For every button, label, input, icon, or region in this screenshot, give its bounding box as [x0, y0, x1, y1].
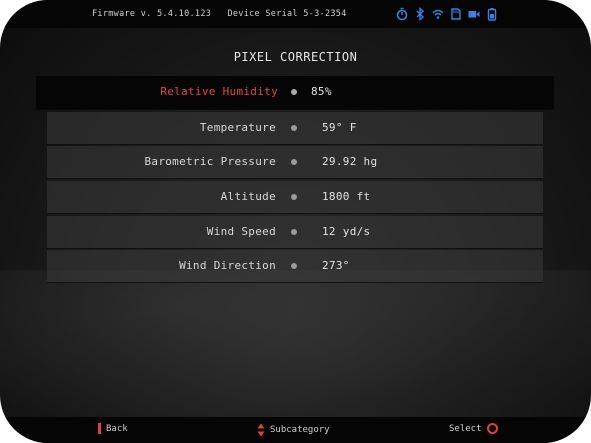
setting-row-temperature[interactable]: Temperature 59° F: [47, 112, 543, 145]
select-hint[interactable]: Select: [449, 423, 498, 434]
setting-value: 59° F: [322, 121, 357, 134]
back-button-icon: [98, 423, 101, 434]
back-hint[interactable]: Back: [98, 423, 128, 434]
device-screen: Firmware v. 5.4.10.123 Device Serial 5-3…: [0, 0, 591, 443]
bullet-icon: [291, 89, 297, 95]
select-button-icon: [486, 423, 498, 434]
subcategory-label: Subcategory: [270, 425, 330, 435]
setting-label: Relative Humidity: [160, 85, 278, 98]
setting-row-wind-direction[interactable]: Wind Direction 273°: [47, 250, 543, 283]
bullet-icon: [291, 229, 297, 235]
subcategory-hint[interactable]: Subcategory: [257, 423, 330, 437]
setting-label: Barometric Pressure: [144, 155, 276, 168]
setting-row-relative-humidity[interactable]: Relative Humidity 85%: [36, 76, 554, 110]
setting-row-barometric-pressure[interactable]: Barometric Pressure 29.92 hg: [47, 146, 543, 179]
setting-value: 12 yd/s: [322, 225, 371, 238]
setting-label: Wind Speed: [206, 225, 276, 238]
setting-label: Altitude: [220, 190, 276, 203]
setting-value: 1800 ft: [322, 190, 371, 203]
device-info: Firmware v. 5.4.10.123 Device Serial 5-3…: [92, 9, 347, 19]
bullet-icon: [291, 125, 297, 131]
status-bar: Firmware v. 5.4.10.123 Device Serial 5-3…: [0, 0, 591, 28]
select-label: Select: [449, 423, 482, 434]
setting-label: Temperature: [199, 121, 276, 134]
device-serial: Device Serial 5-3-2354: [227, 9, 347, 19]
setting-value: 273°: [322, 259, 350, 272]
wifi-icon: [432, 7, 444, 21]
setting-value: 85%: [311, 85, 332, 98]
bluetooth-icon: [414, 7, 426, 21]
sd-card-icon: [450, 7, 462, 21]
battery-icon: [486, 7, 498, 21]
bullet-icon: [291, 194, 297, 200]
bullet-icon: [291, 159, 297, 165]
firmware-version: Firmware v. 5.4.10.123: [92, 9, 212, 19]
timer-icon: [396, 7, 408, 21]
setting-row-wind-speed[interactable]: Wind Speed 12 yd/s: [47, 216, 543, 249]
up-down-arrow-icon: [257, 423, 265, 437]
setting-value: 29.92 hg: [322, 155, 378, 168]
button-hint-bar: Back Subcategory Select: [0, 417, 591, 443]
setting-row-altitude[interactable]: Altitude 1800 ft: [47, 181, 543, 214]
back-label: Back: [106, 423, 128, 434]
bullet-icon: [291, 263, 297, 269]
video-camera-icon: [468, 7, 480, 21]
status-icons: [396, 6, 498, 22]
setting-label: Wind Direction: [179, 259, 276, 272]
page-title: PIXEL CORRECTION: [233, 50, 358, 64]
